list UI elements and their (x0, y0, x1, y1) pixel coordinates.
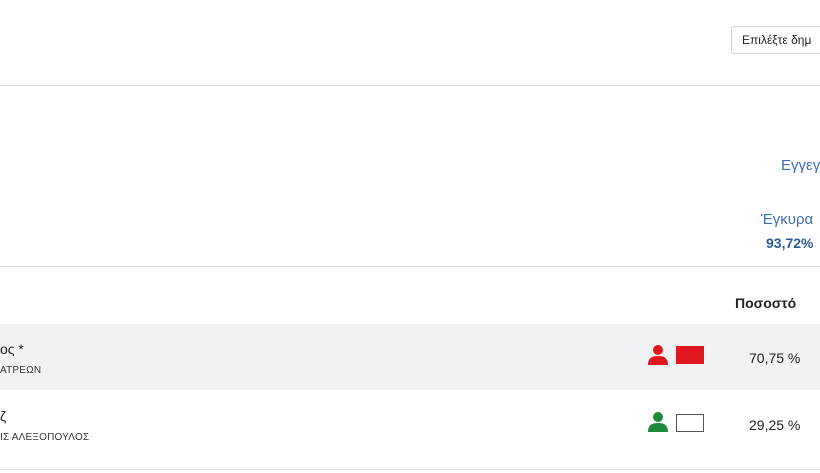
candidate-name: ζ (0, 408, 7, 424)
valid-label: Έγκυρα (761, 211, 814, 228)
candidate-party: ΑΤΡΕΩΝ (0, 365, 42, 376)
table-row[interactable]: ζ ΙΣ ΑΛΕΞΟΠΟΥΛΟΣ 29,25 % (0, 391, 820, 457)
candidate-percent: 29,25 % (749, 417, 801, 433)
candidate-percent: 70,75 % (749, 350, 801, 366)
percent-column-header: Ποσοστό (735, 295, 797, 311)
results-table-header: Ποσοστό (0, 267, 820, 324)
stats-panel: Εγγεγ Έγκυρα 93,72% (0, 86, 820, 267)
party-flag-icon (676, 414, 704, 432)
top-bar: Επιλέξτε δημ (0, 0, 820, 86)
registered-label: Εγγεγ (781, 157, 820, 174)
table-row[interactable]: ος * ΑΤΡΕΩΝ 70,75 % (0, 324, 820, 390)
person-icon (648, 412, 668, 432)
municipality-select[interactable]: Επιλέξτε δημ (731, 26, 820, 54)
table-bottom-divider (0, 469, 820, 470)
candidate-name: ος * (0, 341, 24, 357)
person-icon (648, 345, 668, 365)
party-flag-icon (676, 346, 704, 364)
candidate-party: ΙΣ ΑΛΕΞΟΠΟΥΛΟΣ (0, 432, 90, 443)
valid-value: 93,72% (766, 235, 814, 251)
